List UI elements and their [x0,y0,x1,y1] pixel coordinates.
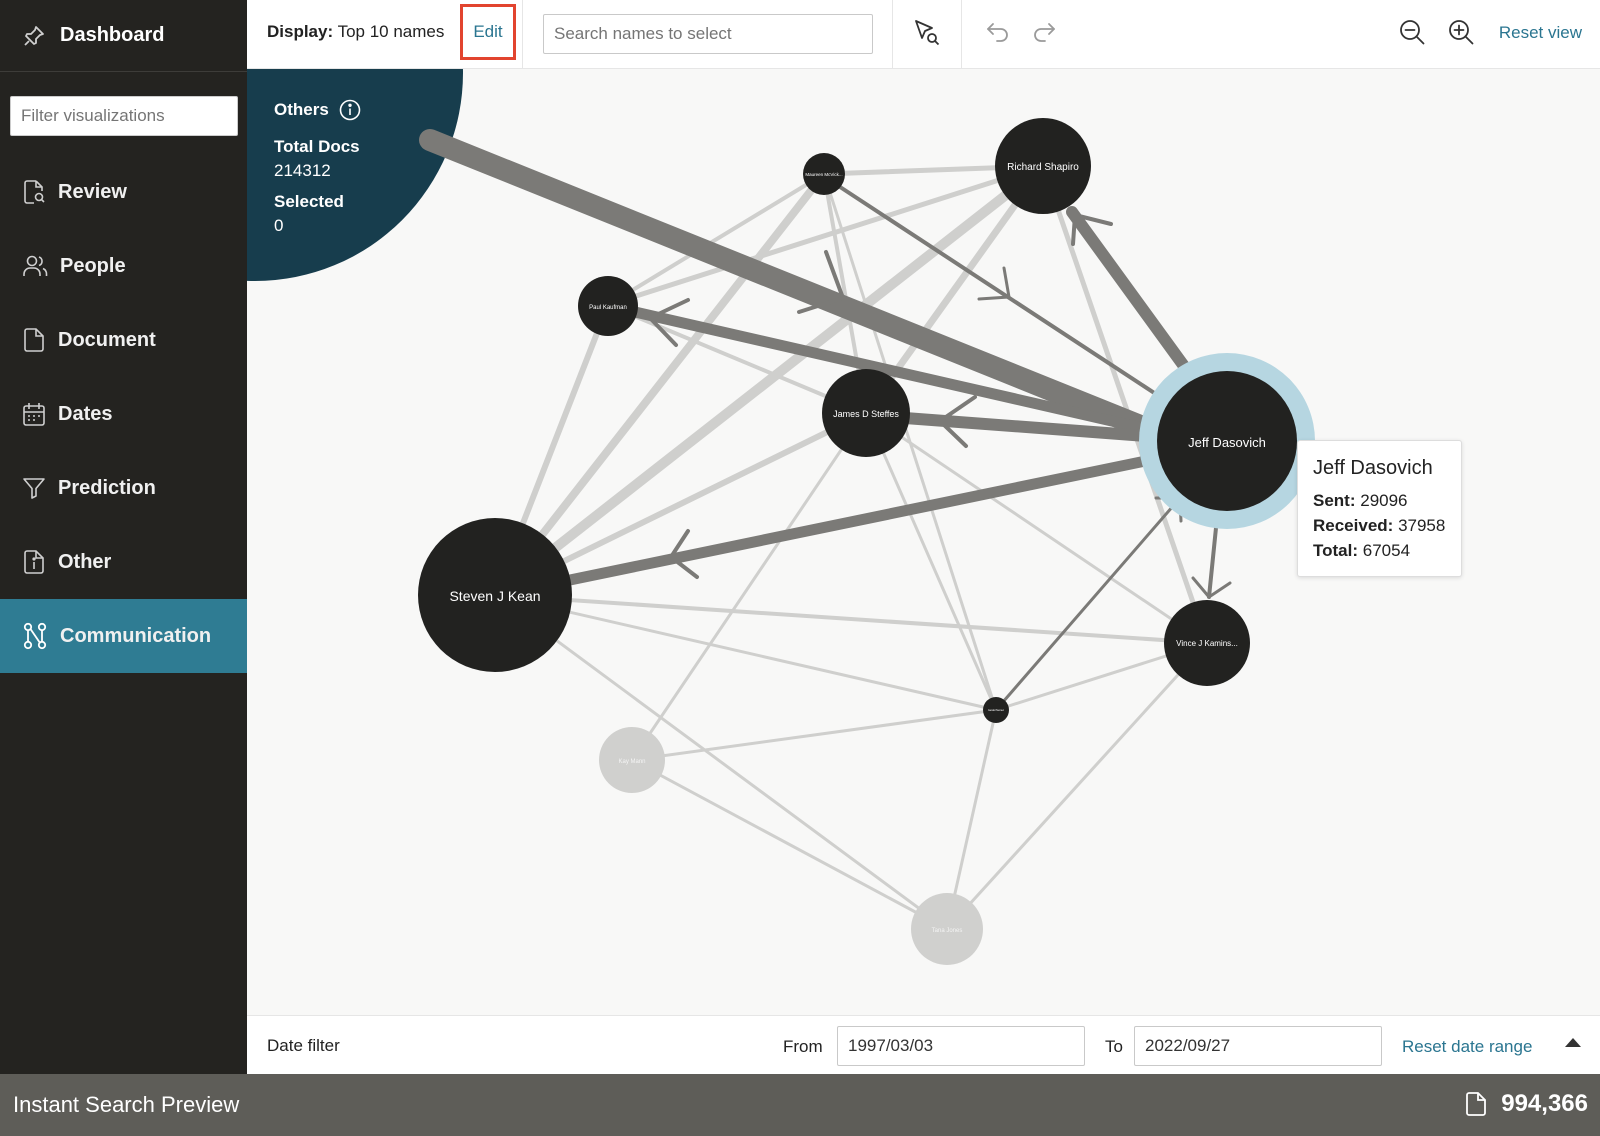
redo-icon[interactable] [1031,18,1057,49]
dashboard-link[interactable]: Dashboard [0,0,247,72]
edge-small-jeff [994,496,1182,712]
sidebar-item-other[interactable]: Other [0,525,247,599]
node-richard-shapiro[interactable]: Richard Shapiro [995,118,1091,214]
toolbar: Display: Top 10 names Edit Reset view [247,0,1600,69]
collapse-caret-icon[interactable] [1565,1038,1581,1047]
network-icon [23,622,47,650]
sidebar-item-label: People [60,254,126,277]
dashboard-title: Dashboard [60,24,165,46]
toolbar-divider [892,0,893,69]
people-icon [23,255,48,276]
undo-icon[interactable] [985,18,1011,49]
total-value: 67054 [1362,541,1411,560]
total-label: Total: [1313,541,1359,560]
node-vince-j-kaminski[interactable]: Vince J Kamins... [1164,600,1250,686]
date-filter-title: Date filter [267,1036,340,1055]
node-jeff-dasovich[interactable]: Jeff Dasovich [1157,371,1297,511]
pin-icon [24,25,44,46]
sidebar-item-label: Dates [58,402,113,425]
node-label: Tana Jones [932,928,963,934]
edge-jeff-steven [564,452,1166,586]
document-count: 994,366 [1465,1090,1588,1118]
node-james-d-steffes[interactable]: James D Steffes [822,369,910,457]
sidebar-item-label: Document [58,328,156,351]
received-value: 37958 [1398,516,1446,535]
edge [493,593,949,931]
display-label: Display: [267,22,334,41]
sidebar-nav: Review People Document Dates Prediction … [0,155,247,673]
node-label: Jeff Dasovich [1188,435,1266,450]
node-label: Kay Mann [618,759,645,765]
sidebar-item-people[interactable]: People [0,229,247,303]
display-value: Top 10 names [337,22,445,41]
document-count-value: 994,366 [1501,1090,1588,1117]
sidebar-item-label: Communication [60,624,212,647]
sidebar: Dashboard Review People Document Dates P… [0,0,247,1074]
filter-funnel-icon [23,478,45,499]
toolbar-divider [961,0,962,69]
display-setting: Display: Top 10 names [267,22,444,42]
node-tana-jones[interactable]: Tana Jones [911,893,983,965]
sidebar-item-prediction[interactable]: Prediction [0,451,247,525]
sidebar-item-label: Review [58,180,127,203]
sent-value: 29096 [1360,491,1408,510]
received-label: Received: [1313,516,1394,535]
sent-label: Sent: [1313,491,1356,510]
reset-date-range-button[interactable]: Reset date range [1402,1037,1532,1057]
footer-title: Instant Search Preview [13,1092,240,1117]
sidebar-item-label: Other [58,550,112,573]
edge [630,758,949,931]
document-search-icon [24,180,45,204]
search-names-input[interactable] [543,14,873,54]
toolbar-divider [522,0,523,69]
tooltip-name: Jeff Dasovich [1313,457,1433,479]
tooltip-sent: Sent: 29096 [1313,488,1446,513]
edit-button[interactable]: Edit [460,4,516,60]
node-label: Paul Kaufman [589,305,627,311]
date-filter-bar: Date filter From To Reset date range [247,1015,1600,1074]
to-label: To [1105,1037,1123,1056]
instant-search-preview-bar: Instant Search Preview 994,366 [0,1074,1600,1136]
document-icon [1466,1092,1487,1116]
zoom-in-icon[interactable] [1447,18,1475,51]
node-steven-j-kean[interactable]: Steven J Kean [418,518,572,672]
from-date-input[interactable] [837,1026,1085,1066]
tooltip-total: Total: 67054 [1313,538,1446,563]
select-cursor-search-icon[interactable] [913,18,941,53]
zoom-out-icon[interactable] [1398,18,1426,51]
node-maureen[interactable]: Maureen McVick... [803,153,845,195]
calendar-icon [23,403,45,426]
node-label: Maureen McVick... [805,172,842,177]
document-info-icon [24,550,44,574]
filter-visualizations-input[interactable] [10,96,238,136]
document-icon [24,328,44,352]
node-label: Gerald Nemec [988,709,1005,712]
node-label: Steven J Kean [449,588,540,604]
sidebar-item-label: Prediction [58,476,156,499]
to-date-input[interactable] [1134,1026,1382,1066]
from-label: From [783,1037,823,1056]
reset-view-button[interactable]: Reset view [1499,23,1582,43]
others-node[interactable] [247,69,463,281]
node-label: James D Steffes [833,409,899,419]
node-tooltip: Jeff Dasovich Sent: 29096 Received: 3795… [1297,440,1462,577]
tooltip-received: Received: 37958 [1313,513,1446,538]
sidebar-item-review[interactable]: Review [0,155,247,229]
sidebar-item-dates[interactable]: Dates [0,377,247,451]
node-small[interactable]: Gerald Nemec [983,697,1009,723]
node-paul-kaufman[interactable]: Paul Kaufman [578,276,638,336]
node-label: Vince J Kamins... [1176,639,1238,648]
node-label: Richard Shapiro [1007,162,1079,173]
node-kay-mann[interactable]: Kay Mann [599,727,665,793]
sidebar-item-communication[interactable]: Communication [0,599,247,673]
sidebar-item-document[interactable]: Document [0,303,247,377]
